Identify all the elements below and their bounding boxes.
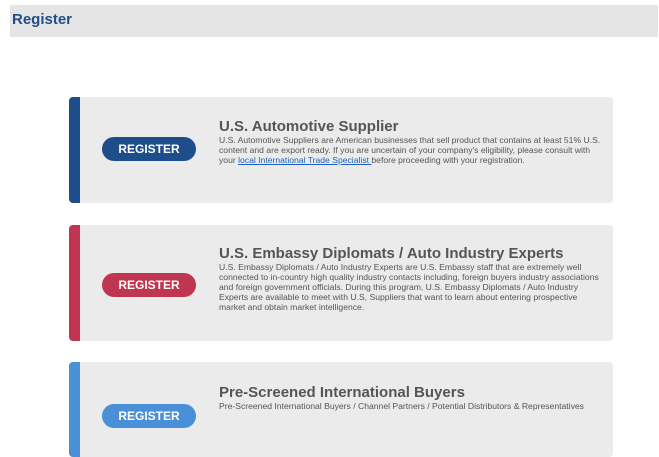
register-supplier-button[interactable]: REGISTER: [102, 137, 196, 161]
page-header: Register: [10, 5, 658, 37]
card-accent-bar: [69, 362, 80, 457]
page-title: Register: [12, 11, 73, 28]
card-description: U.S. Embassy Diplomats / Auto Industry E…: [219, 262, 599, 312]
card-title: U.S. Embassy Diplomats / Auto Industry E…: [219, 245, 564, 262]
card-title: Pre-Screened International Buyers: [219, 384, 465, 401]
card-accent-bar: [69, 225, 80, 341]
register-buyer-button[interactable]: REGISTER: [102, 404, 196, 428]
card-title: U.S. Automotive Supplier: [219, 118, 399, 135]
description-text-end: before proceeding with your registration…: [371, 155, 525, 165]
card-content: Pre-Screened International Buyers Pre-Sc…: [219, 384, 603, 411]
card-automotive-supplier: REGISTER U.S. Automotive Supplier U.S. A…: [69, 97, 613, 203]
trade-specialist-link[interactable]: local International Trade Specialist: [238, 155, 371, 165]
card-description: Pre-Screened International Buyers / Chan…: [219, 401, 584, 411]
card-content: U.S. Embassy Diplomats / Auto Industry E…: [219, 245, 603, 312]
register-diplomat-button[interactable]: REGISTER: [102, 273, 196, 297]
card-accent-bar: [69, 97, 80, 203]
card-international-buyers: REGISTER Pre-Screened International Buye…: [69, 362, 613, 457]
card-description: U.S. Automotive Suppliers are American b…: [219, 135, 603, 165]
card-content: U.S. Automotive Supplier U.S. Automotive…: [219, 118, 603, 165]
card-embassy-diplomats: REGISTER U.S. Embassy Diplomats / Auto I…: [69, 225, 613, 341]
